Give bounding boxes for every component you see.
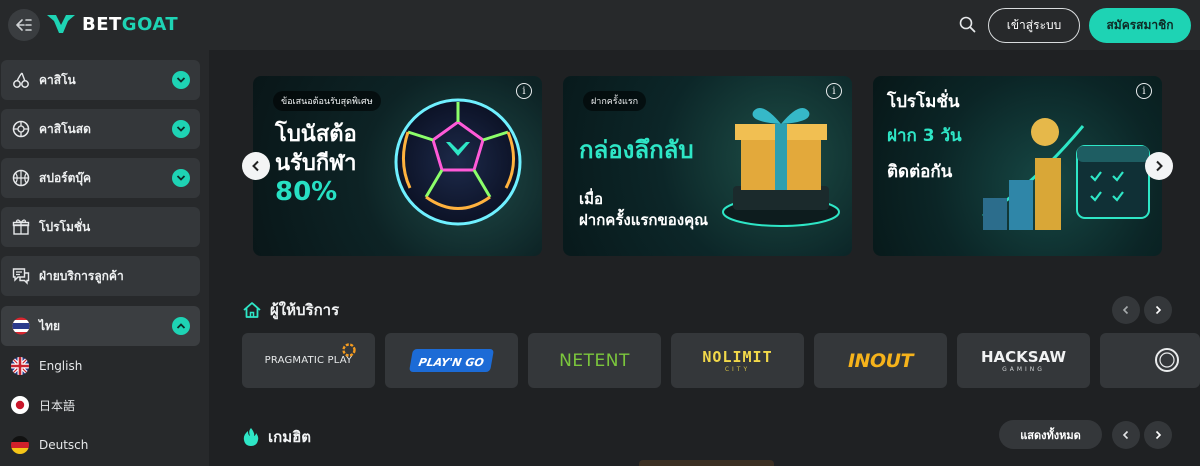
chevron-down-icon[interactable] (172, 169, 190, 187)
game-thumbnail-peek[interactable] (639, 460, 774, 466)
sidebar-item-sportsbook[interactable]: สปอร์ตบุ๊ค (1, 158, 200, 198)
sidebar-item-label: สปอร์ตบุ๊ค (39, 170, 92, 185)
providers-section-title: ผู้ให้บริการ (242, 298, 339, 322)
flame-icon (243, 428, 259, 446)
betgoat-logo[interactable]: BETGOAT (46, 13, 178, 35)
provider-name: HACKSAW (980, 348, 1067, 366)
chevron-right-icon (1155, 430, 1162, 440)
chevron-left-icon (1122, 430, 1129, 440)
provider-name: INOUT (847, 349, 914, 372)
uk-flag-icon (11, 357, 29, 375)
sidebar-item-label: คาสิโน (39, 72, 76, 87)
chat-icon (11, 266, 31, 286)
gift-box-icon (722, 108, 840, 227)
language-option-german[interactable]: Deutsch (0, 427, 200, 463)
pragmatic-play-logo-icon (342, 343, 356, 357)
hot-games-next-button[interactable] (1144, 421, 1172, 449)
banner-title-line: โบนัสต้อ (275, 122, 357, 147)
provider-card-pragmatic-play[interactable]: PRAGMATIC PLAY (242, 333, 375, 388)
section-title-text: เกมฮิต (268, 428, 311, 446)
collapse-arrow-icon (16, 19, 32, 31)
sidebar-item-label: คาสิโนสด (39, 121, 91, 136)
sidebar-item-label: โปรโมชั่น (39, 219, 91, 234)
sidebar-item-casino[interactable]: คาสิโน (1, 60, 200, 100)
sidebar: คาสิโน คาสิโนสด สปอร์ตบุ๊ค โปรโมชั่น ฝ่า… (0, 50, 209, 466)
language-option-japanese[interactable]: 日本語 (0, 387, 200, 423)
banner-title-line: ฝากครั้งแรกของคุณ (579, 211, 709, 229)
gift-icon (11, 217, 31, 237)
banner-title-line: นรับกีฬา (275, 151, 357, 176)
providers-prev-button[interactable] (1112, 296, 1140, 324)
chevron-left-icon (1122, 305, 1129, 315)
banner-title-line: ติดต่อกัน (887, 162, 953, 182)
provider-card-nolimit-city[interactable]: NOLIMIT CITY (671, 333, 804, 388)
signup-button[interactable]: สมัครสมาชิก (1089, 8, 1191, 43)
sidebar-item-promotions[interactable]: โปรโมชั่น (1, 207, 200, 247)
chevron-right-icon (1156, 160, 1163, 172)
hot-games-section-title: เกมฮิต (242, 425, 311, 449)
provider-card-playngo[interactable]: PLAY'N GO (385, 333, 518, 388)
hot-games-prev-button[interactable] (1112, 421, 1140, 449)
language-label: Deutsch (39, 438, 89, 452)
sidebar-item-customer-service[interactable]: ฝ่ายบริการลูกค้า (1, 256, 200, 296)
main-content: ข้อเสนอต้อนรับสุดพิเศษ i โบนัสต้อ นรับกี… (209, 50, 1200, 466)
provider-card-inout[interactable]: INOUT (814, 333, 947, 388)
promo-banner-deposit-3-days[interactable]: i โปรโมชั่น ฝาก 3 วัน ติดต่อกัน (873, 76, 1162, 256)
language-label: 日本語 (39, 398, 76, 413)
providers-next-button[interactable] (1144, 296, 1172, 324)
germany-flag-icon (11, 436, 29, 454)
playngo-logo: PLAY'N GO (408, 349, 495, 372)
section-title-text: ผู้ให้บริการ (270, 301, 340, 319)
banner-title-line: กล่องลึกลับ (579, 136, 694, 164)
sidebar-item-label: ไทย (39, 318, 60, 333)
provider-card-netent[interactable]: NETENT (528, 333, 661, 388)
chevron-down-icon[interactable] (172, 71, 190, 89)
chevron-left-icon (252, 160, 259, 172)
chevron-down-icon[interactable] (172, 120, 190, 138)
info-icon[interactable]: i (1136, 83, 1152, 99)
home-icon (243, 302, 261, 318)
banner-title-line: เมื่อ (579, 190, 604, 208)
sidebar-item-language-thai[interactable]: ไทย (1, 306, 200, 346)
provider-card-partial[interactable] (1100, 333, 1200, 388)
language-label: English (39, 359, 83, 373)
show-all-button[interactable]: แสดงทั้งหมด (999, 420, 1102, 449)
provider-name: NETENT (559, 350, 630, 371)
banner-tag: ข้อเสนอต้อนรับสุดพิเศษ (273, 91, 381, 111)
provider-subname: GAMING (1002, 366, 1045, 373)
provider-name: PLAY'N GO (417, 356, 485, 369)
banner-title-line: ฝาก 3 วัน (887, 126, 962, 146)
carousel-next-button[interactable] (1145, 152, 1173, 180)
sidebar-item-label: ฝ่ายบริการลูกค้า (39, 268, 124, 283)
provider-badge-icon (1155, 348, 1179, 372)
banner-tag: ฝากครั้งแรก (583, 91, 647, 111)
provider-name: NOLIMIT (702, 348, 773, 366)
roulette-icon (11, 119, 31, 139)
search-icon[interactable] (958, 15, 978, 35)
top-header: BETGOAT เข้าสู่ระบบ สมัครสมาชิก (0, 0, 1200, 50)
goat-logo-icon (47, 15, 75, 33)
carousel-prev-button[interactable] (242, 152, 270, 180)
podium-calendar-icon (982, 118, 1150, 230)
login-button[interactable]: เข้าสู่ระบบ (988, 8, 1080, 43)
provider-name: PRAGMATIC PLAY (264, 355, 353, 366)
promo-banner-sports-bonus[interactable]: ข้อเสนอต้อนรับสุดพิเศษ i โบนัสต้อ นรับกี… (253, 76, 542, 256)
banner-title-line: โปรโมชั่น (887, 92, 960, 112)
provider-subname: CITY (724, 366, 751, 373)
cherries-icon (11, 70, 31, 90)
chevron-up-icon[interactable] (172, 317, 190, 335)
neon-football-icon (394, 98, 522, 226)
chevron-right-icon (1155, 305, 1162, 315)
provider-card-hacksaw[interactable]: HACKSAW GAMING (957, 333, 1090, 388)
language-option-english[interactable]: English (0, 348, 200, 384)
sidebar-item-live-casino[interactable]: คาสิโนสด (1, 109, 200, 149)
promo-banner-mystery-box[interactable]: ฝากครั้งแรก i กล่องลึกลับ เมื่อ ฝากครั้ง… (563, 76, 852, 256)
banner-title-line: 80% (275, 177, 338, 207)
basketball-icon (11, 168, 31, 188)
collapse-sidebar-button[interactable] (8, 9, 40, 41)
thai-flag-icon (11, 316, 31, 336)
japan-flag-icon (11, 396, 29, 414)
logo-text: BETGOAT (82, 13, 179, 35)
